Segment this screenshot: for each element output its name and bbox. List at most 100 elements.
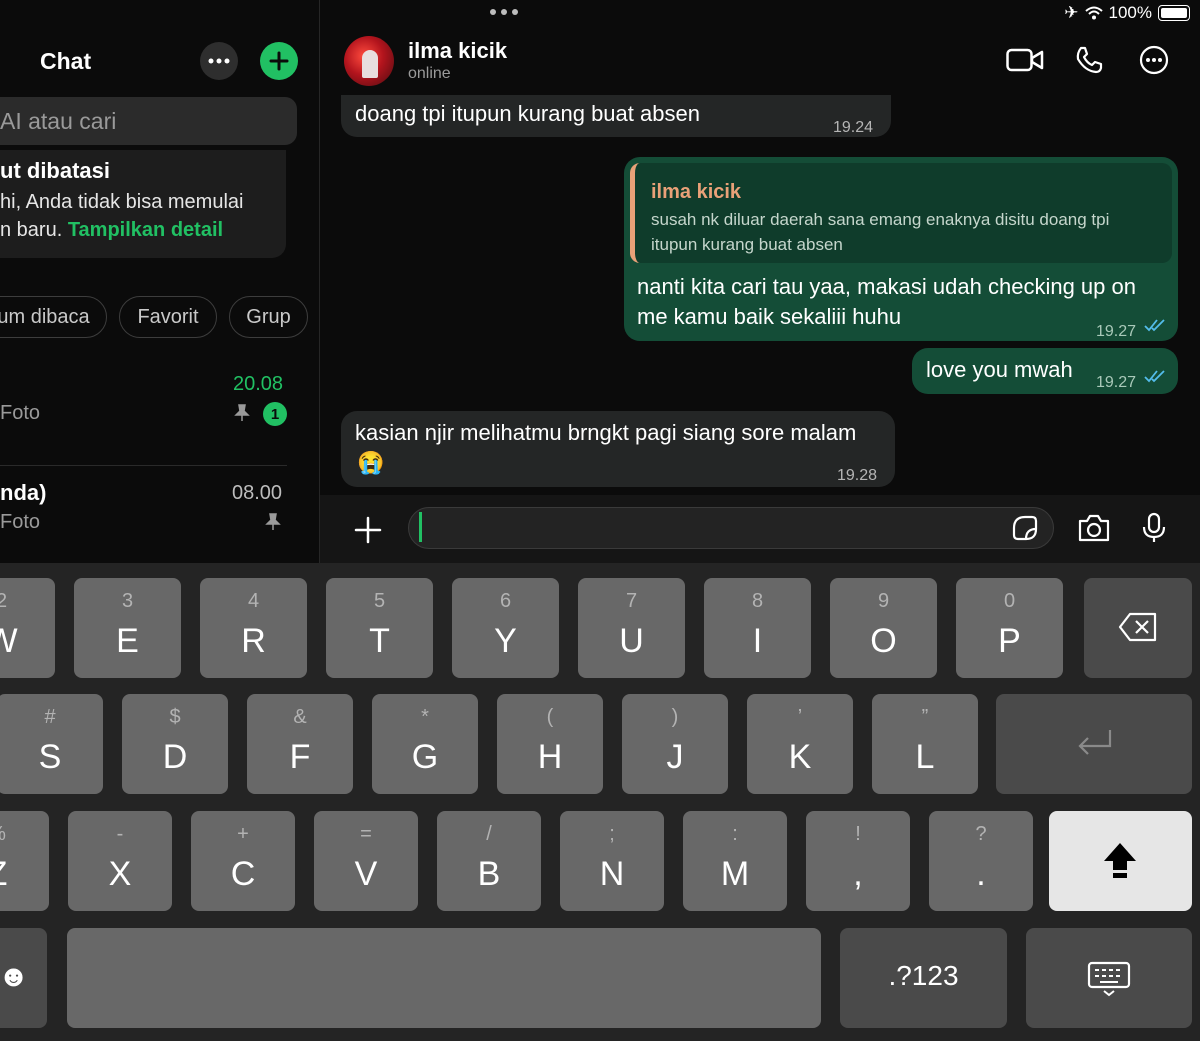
numbers-key[interactable]: .?123 — [840, 928, 1007, 1028]
key-h[interactable]: (H — [497, 694, 603, 794]
key-primary-label: J — [666, 738, 684, 776]
filter-chip-unread[interactable]: um dibaca — [0, 296, 107, 338]
chat-menu-button[interactable] — [1134, 42, 1174, 78]
key-primary-label: Y — [494, 622, 517, 660]
voice-message-button[interactable] — [1142, 512, 1166, 549]
chat-list-item[interactable] — [0, 470, 287, 560]
space-key[interactable] — [67, 928, 821, 1028]
sticker-icon — [1012, 515, 1038, 541]
key-primary-label: M — [720, 855, 750, 893]
camera-button[interactable] — [1077, 513, 1111, 548]
key-f[interactable]: & F — [247, 694, 353, 794]
key-j[interactable]: ) J — [622, 694, 728, 794]
key-z[interactable]: %Z — [0, 811, 49, 911]
video-call-button[interactable] — [1005, 42, 1045, 78]
key-secondary-label: 4 — [247, 590, 260, 612]
key-primary-label: R — [241, 622, 266, 660]
key-p[interactable]: 0P — [956, 578, 1063, 678]
key-r[interactable]: 4R — [200, 578, 307, 678]
key-primary-label: F — [289, 738, 311, 776]
message-list[interactable]: doang tpi itupun kurang buat absen 19.24… — [320, 95, 1200, 495]
key-l[interactable]: ” L — [872, 694, 978, 794]
key-secondary-label: % — [0, 823, 49, 846]
message-bubble-incoming[interactable]: kasian njir melihatmu brngkt pagi siang … — [341, 411, 895, 487]
key-c[interactable]: + C — [191, 811, 295, 911]
key-e[interactable]: 3E — [74, 578, 181, 678]
sidebar-title: Chat — [40, 48, 92, 74]
key-primary-label: V — [354, 855, 378, 893]
key-secondary-label: 8 — [751, 590, 764, 612]
key-b[interactable]: / B — [437, 811, 541, 911]
plus-icon — [354, 516, 382, 544]
message-input[interactable] — [408, 507, 1054, 549]
ellipsis-icon — [208, 58, 230, 64]
search-placeholder: AI atau cari — [0, 108, 117, 134]
return-key[interactable] — [996, 694, 1192, 794]
ellipsis-circle-icon — [1139, 45, 1169, 75]
key-secondary-label: ! — [855, 823, 861, 845]
key-primary-label: O — [870, 622, 897, 660]
shift-key[interactable] — [1049, 811, 1192, 911]
message-bubble-incoming[interactable]: doang tpi itupun kurang buat absen 19.24 — [341, 95, 891, 137]
contact-avatar[interactable] — [344, 36, 394, 86]
phone-icon — [1076, 46, 1103, 74]
key-secondary-label: & — [293, 706, 307, 728]
key-v[interactable]: = V — [314, 811, 418, 911]
key-secondary-label: # — [44, 706, 56, 728]
message-time: 19.28 — [837, 467, 878, 484]
multitasking-dots-icon[interactable] — [490, 9, 518, 15]
attach-button[interactable] — [350, 512, 386, 548]
chat-list-item[interactable] — [0, 365, 287, 465]
key-secondary-label: ’ — [797, 706, 803, 728]
show-details-link[interactable]: Tampilkan detail — [68, 219, 223, 241]
backspace-key[interactable] — [1084, 578, 1192, 678]
key-secondary-label: * — [421, 706, 429, 728]
key-x[interactable]: -X — [68, 811, 172, 911]
message-time: 19.24 — [833, 119, 874, 136]
key-secondary-label: $ — [169, 706, 181, 728]
key-primary-label: S — [38, 738, 62, 776]
emoji-key[interactable]: ☻ — [0, 928, 47, 1028]
key-u[interactable]: 7U — [578, 578, 685, 678]
key-w[interactable]: 2W — [0, 578, 55, 678]
message-bubble-outgoing[interactable]: love you mwah 19.27 — [912, 348, 1178, 394]
key-k[interactable]: ’ K — [747, 694, 853, 794]
key-primary-label: E — [116, 622, 139, 660]
key-secondary-label: 2 — [0, 590, 8, 612]
key-secondary-label: ; — [609, 823, 615, 845]
camera-icon — [1078, 514, 1110, 542]
return-icon — [1078, 730, 1112, 755]
key-m[interactable]: :M — [683, 811, 787, 911]
filter-chip-groups[interactable]: Grup — [229, 296, 308, 338]
chat-list-sidebar: Chat AI atau cari ut dibatasi hi, Anda t… — [0, 0, 320, 563]
reply-quote[interactable]: ilma kicik susah nk diluar daerah sana e… — [630, 163, 1172, 263]
key-primary-label: T — [369, 622, 390, 660]
contact-name[interactable]: ilma kicik — [408, 38, 507, 64]
key-i[interactable]: 8I — [704, 578, 811, 678]
key-secondary-label: 6 — [499, 590, 512, 612]
key-secondary-label: 7 — [625, 590, 638, 612]
key-g[interactable]: * G — [372, 694, 478, 794]
key-period[interactable]: ?. — [929, 811, 1033, 911]
key-s[interactable]: # S — [0, 694, 103, 794]
message-bubble-outgoing[interactable]: ilma kicik susah nk diluar daerah sana e… — [624, 157, 1178, 341]
voice-call-button[interactable] — [1069, 42, 1109, 78]
key-d[interactable]: $ D — [122, 694, 228, 794]
key-o[interactable]: 9O — [830, 578, 937, 678]
dismiss-keyboard-key[interactable] — [1026, 928, 1192, 1028]
filter-chip-favorites[interactable]: Favorit — [119, 296, 217, 338]
key-secondary-label: - — [116, 823, 124, 845]
key-t[interactable]: 5T — [326, 578, 433, 678]
more-options-button[interactable] — [200, 42, 238, 80]
key-primary-label: I — [752, 622, 763, 660]
crying-emoji: 😭 — [357, 450, 385, 475]
key-comma[interactable]: !, — [806, 811, 910, 911]
sticker-button[interactable] — [1012, 515, 1038, 546]
key-n[interactable]: ; N — [560, 811, 664, 911]
battery-icon — [1158, 5, 1190, 21]
key-y[interactable]: 6Y — [452, 578, 559, 678]
airplane-icon: ✈ — [1064, 3, 1079, 22]
key-secondary-label: ( — [546, 706, 554, 728]
new-chat-button[interactable] — [260, 42, 298, 80]
delete-icon — [1118, 612, 1157, 642]
